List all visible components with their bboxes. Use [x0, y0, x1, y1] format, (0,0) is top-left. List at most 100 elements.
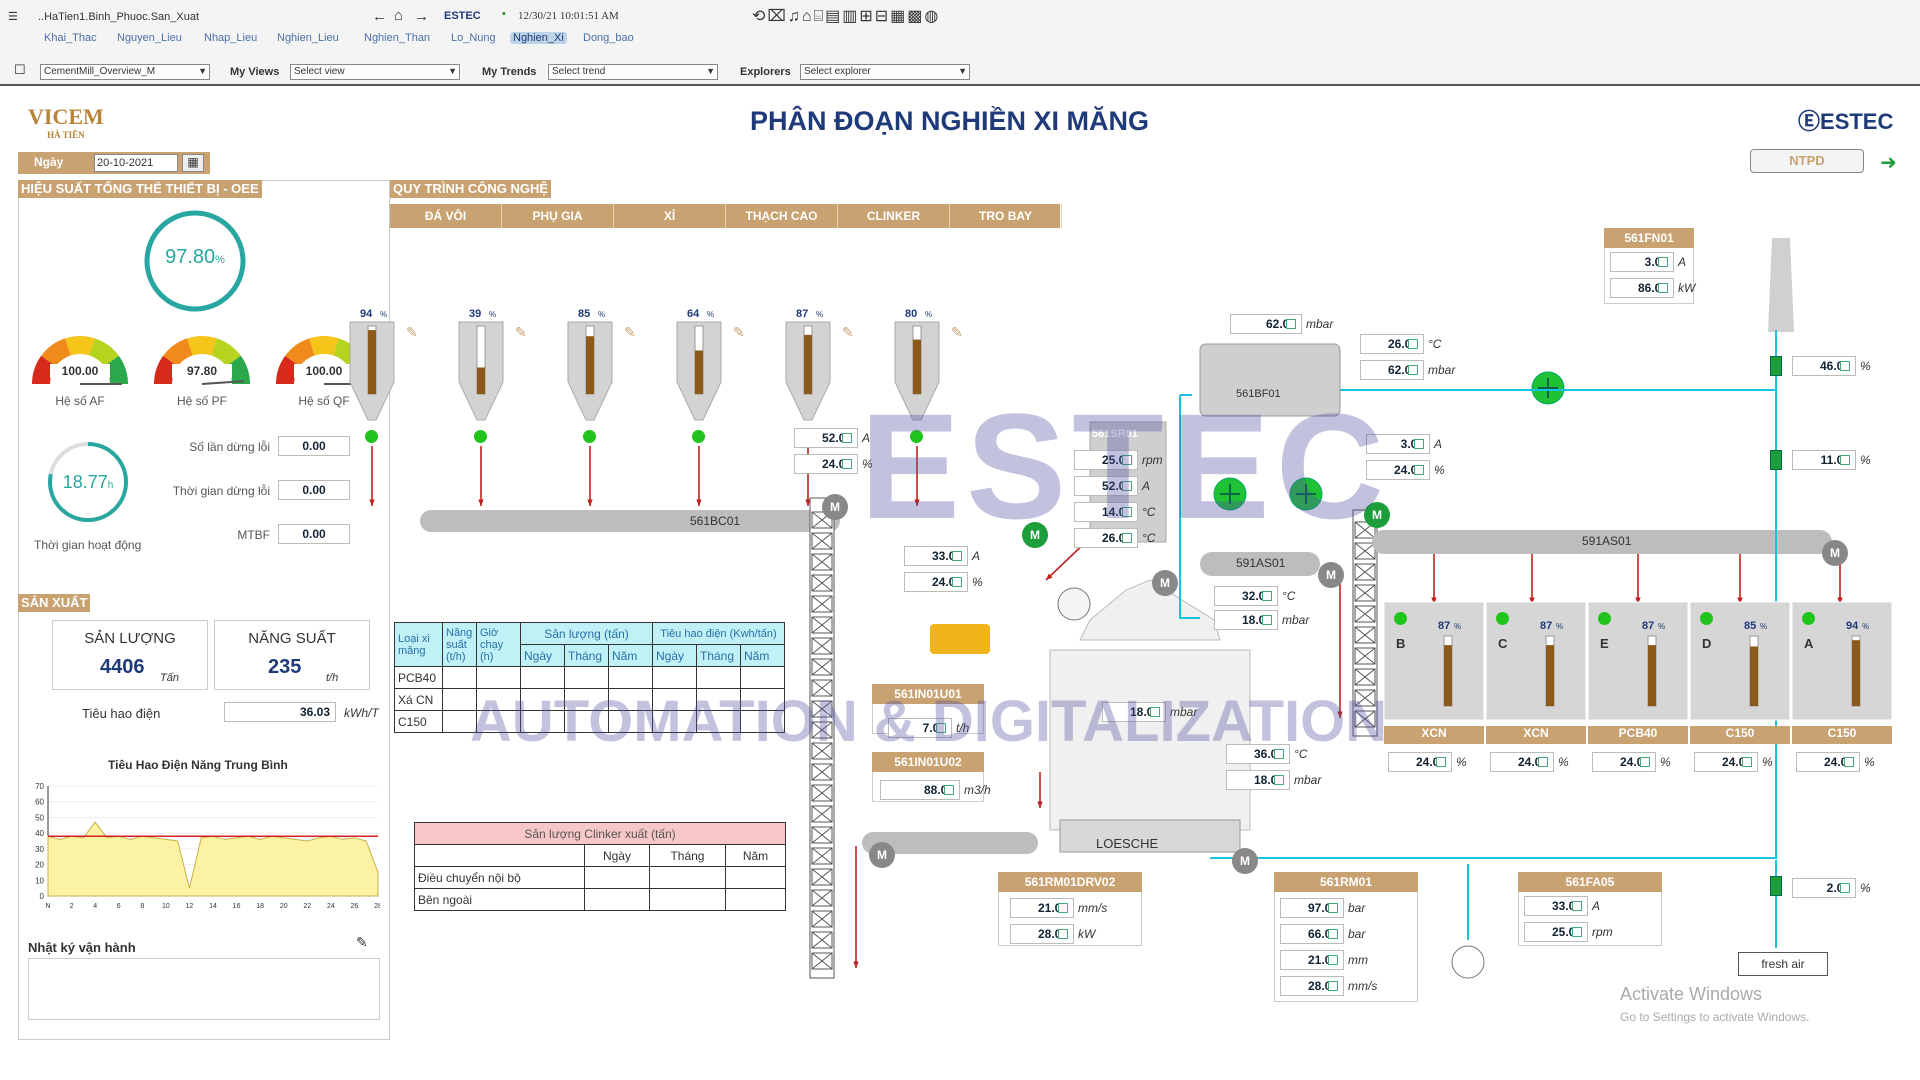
silo	[567, 321, 613, 421]
silo	[458, 321, 504, 421]
trend-icon[interactable]	[1436, 757, 1446, 767]
motor-icon[interactable]: M	[1318, 562, 1344, 588]
trend-icon[interactable]	[1840, 883, 1850, 893]
table-row: Điều chuyển nội bộ	[414, 866, 786, 889]
trend-icon[interactable]	[1844, 757, 1854, 767]
trend-icon[interactable]	[944, 785, 954, 795]
edit-icon[interactable]: ✎	[406, 324, 418, 341]
trend-icon[interactable]	[1572, 901, 1582, 911]
trend-icon[interactable]	[842, 433, 852, 443]
trend-icon[interactable]	[842, 459, 852, 469]
edit-icon[interactable]: ✎	[624, 324, 636, 341]
trend-icon[interactable]	[1538, 757, 1548, 767]
value-unit: °C	[1282, 589, 1296, 603]
value-unit: kW	[1078, 927, 1096, 941]
edit-icon[interactable]: ✎	[951, 324, 963, 341]
motor-icon[interactable]: M	[1152, 570, 1178, 596]
sub-header: Tháng	[564, 644, 609, 667]
trend-icon[interactable]	[1328, 955, 1338, 965]
damper-icon[interactable]	[1770, 450, 1782, 470]
trend-icon[interactable]	[1658, 283, 1668, 293]
trend-icon[interactable]	[1328, 981, 1338, 991]
edit-icon[interactable]: ✎	[515, 324, 527, 341]
trend-icon[interactable]	[1328, 929, 1338, 939]
trend-icon[interactable]	[1328, 903, 1338, 913]
edit-icon[interactable]: ✎	[842, 324, 854, 341]
pct-sign: %	[1658, 622, 1666, 631]
trend-icon[interactable]	[1058, 903, 1068, 913]
value-unit: A	[1434, 437, 1443, 451]
bin-status-icon	[1496, 612, 1509, 625]
bin-label: C150	[1690, 726, 1790, 744]
value-unit: %	[1456, 755, 1467, 769]
trend-icon[interactable]	[1572, 927, 1582, 937]
trend-icon[interactable]	[1414, 439, 1424, 449]
watermark-tagline: AUTOMATION & DIGITALIZATION	[470, 689, 1388, 754]
trend-icon[interactable]	[1262, 591, 1272, 601]
belt-conveyor	[420, 510, 840, 532]
silo-level	[477, 367, 485, 394]
value-unit: %	[1860, 453, 1871, 467]
bin-level	[1852, 640, 1860, 706]
value-unit: bar	[1348, 901, 1366, 915]
pct-sign: %	[598, 310, 606, 319]
trend-icon[interactable]	[1262, 615, 1272, 625]
motor-icon[interactable]: M	[1822, 540, 1848, 566]
damper-icon[interactable]	[1770, 876, 1782, 896]
silo-level	[586, 336, 594, 394]
value-unit: mbar	[1282, 613, 1310, 627]
bin-id: C	[1498, 636, 1508, 651]
motor-icon[interactable]: M	[822, 494, 848, 520]
fan-dropdown-icon[interactable]: ▼	[1712, 230, 1726, 246]
trend-icon[interactable]	[1414, 465, 1424, 475]
arrow-head	[587, 499, 593, 506]
silo-pct: 80	[905, 308, 918, 320]
slide2-label: 591AS01	[1236, 556, 1286, 570]
motor-icon[interactable]: M	[1232, 848, 1258, 874]
value-unit: kW	[1678, 281, 1696, 295]
trend-icon[interactable]	[1408, 365, 1418, 375]
pct-sign: %	[1556, 622, 1564, 631]
value-unit: %	[1860, 359, 1871, 373]
trend-icon[interactable]	[1840, 455, 1850, 465]
trend-icon[interactable]	[952, 577, 962, 587]
feeder-status-icon	[365, 430, 378, 443]
value-unit: m3/h	[964, 783, 991, 797]
motor-icon[interactable]: M	[869, 842, 895, 868]
pct-sign: %	[489, 310, 497, 319]
silo	[349, 321, 395, 421]
bin-label: C150	[1792, 726, 1892, 744]
pct-sign: %	[1862, 622, 1870, 631]
bin-pct: 87	[1540, 620, 1553, 632]
rotary-valve-icon	[1057, 587, 1091, 621]
bin-level	[1546, 645, 1554, 706]
feeder-status-icon	[583, 430, 596, 443]
bin-id: A	[1804, 636, 1814, 651]
fan-tag: 561FN01	[1604, 228, 1694, 248]
trend-icon[interactable]	[1408, 339, 1418, 349]
trend-icon[interactable]	[1274, 775, 1284, 785]
arrow-head	[478, 499, 484, 506]
trend-icon[interactable]	[1658, 257, 1668, 267]
trend-icon[interactable]	[1058, 929, 1068, 939]
bin-status-icon	[1700, 612, 1713, 625]
stack	[1768, 238, 1794, 332]
bin-pct: 85	[1744, 620, 1757, 632]
trend-icon[interactable]	[1742, 757, 1752, 767]
trend-icon[interactable]	[1286, 319, 1296, 329]
damper-icon[interactable]	[1770, 356, 1782, 376]
pct-sign: %	[1760, 622, 1768, 631]
sub-header: Tháng	[696, 644, 741, 667]
bin-label: XCN	[1384, 726, 1484, 744]
col-header: Sản lượng (tấn)	[520, 622, 653, 645]
edit-icon[interactable]: ✎	[733, 324, 745, 341]
bin-status-icon	[1598, 612, 1611, 625]
bin-id: E	[1600, 636, 1609, 651]
trend-icon[interactable]	[1840, 361, 1850, 371]
bin-level	[1750, 646, 1758, 706]
fa-tag: 561FA05	[1518, 872, 1662, 892]
pct-sign: %	[816, 310, 824, 319]
trend-icon[interactable]	[1640, 757, 1650, 767]
col-header: Giờ chạy (h)	[476, 622, 521, 667]
col-header: Tiêu hao điện (Kwh/tấn)	[652, 622, 785, 645]
